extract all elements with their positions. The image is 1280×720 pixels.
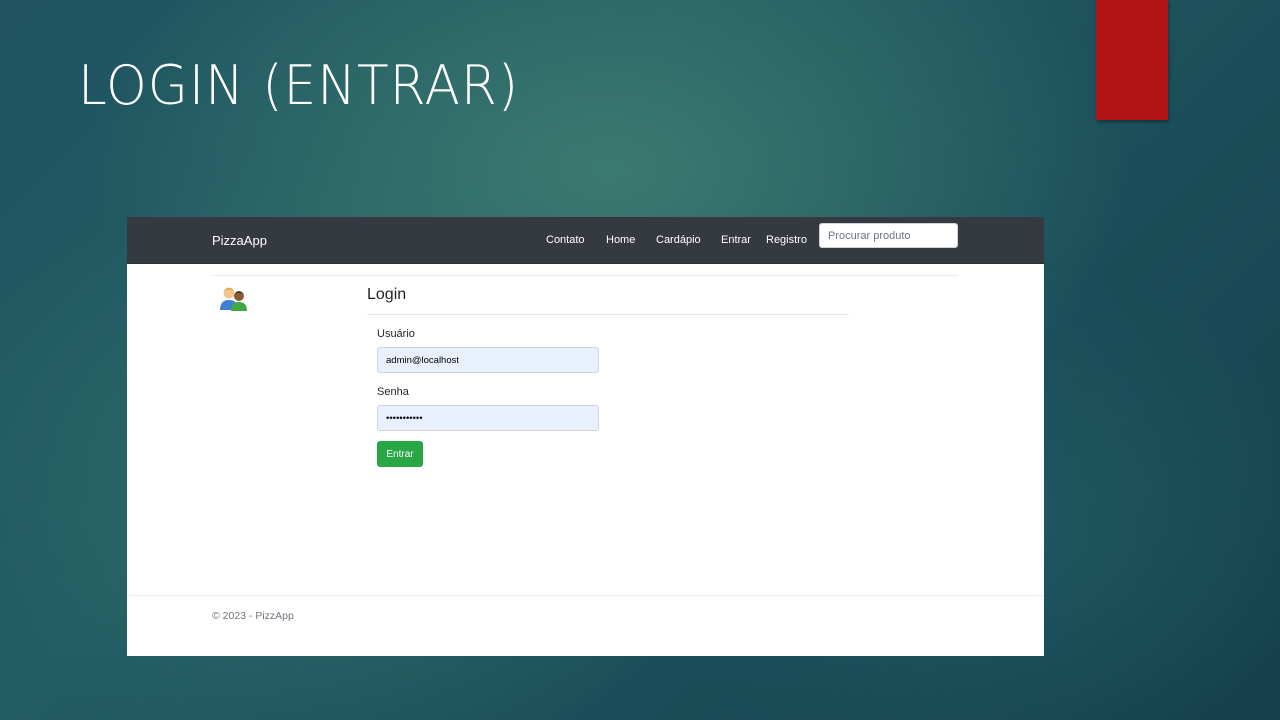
nav-link-cardapio[interactable]: Cardápio (656, 234, 701, 246)
navbar: PizzaApp Contato Home Cardápio Entrar Re… (127, 217, 1044, 264)
accent-bar (1096, 0, 1168, 120)
nav-link-entrar[interactable]: Entrar (721, 234, 751, 246)
username-field[interactable] (377, 347, 599, 373)
footer-copyright: © 2023 - PizzApp (212, 610, 294, 622)
users-icon (220, 287, 247, 311)
password-field[interactable] (377, 405, 599, 431)
username-label: Usuário (377, 328, 415, 340)
nav-link-registro[interactable]: Registro (766, 234, 807, 246)
content-divider (212, 275, 958, 276)
nav-link-contato[interactable]: Contato (546, 234, 585, 246)
footer-divider (127, 595, 1044, 596)
brand-link[interactable]: PizzaApp (212, 233, 267, 248)
login-heading: Login (367, 286, 407, 303)
heading-divider (367, 314, 849, 315)
login-submit-button[interactable]: Entrar (377, 441, 423, 467)
nav-link-home[interactable]: Home (606, 234, 635, 246)
app-screenshot: PizzaApp Contato Home Cardápio Entrar Re… (127, 217, 1044, 656)
password-label: Senha (377, 386, 409, 398)
search-input[interactable] (819, 223, 958, 248)
slide-title: LOGIN (ENTRAR) (78, 54, 520, 117)
